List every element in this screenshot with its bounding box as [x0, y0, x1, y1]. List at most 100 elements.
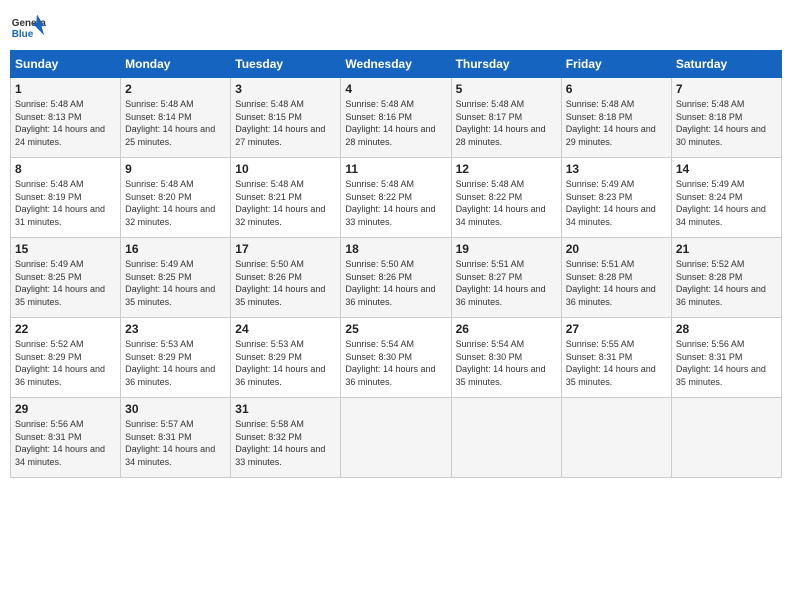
day-cell: 1 Sunrise: 5:48 AM Sunset: 8:13 PM Dayli…: [11, 78, 121, 158]
day-info: Sunrise: 5:53 AM Sunset: 8:29 PM Dayligh…: [125, 338, 226, 388]
day-cell: 24 Sunrise: 5:53 AM Sunset: 8:29 PM Dayl…: [231, 318, 341, 398]
week-row-5: 29 Sunrise: 5:56 AM Sunset: 8:31 PM Dayl…: [11, 398, 782, 478]
calendar-table: SundayMondayTuesdayWednesdayThursdayFrid…: [10, 50, 782, 478]
day-number: 22: [15, 322, 116, 336]
day-number: 12: [456, 162, 557, 176]
day-cell: 31 Sunrise: 5:58 AM Sunset: 8:32 PM Dayl…: [231, 398, 341, 478]
week-row-1: 1 Sunrise: 5:48 AM Sunset: 8:13 PM Dayli…: [11, 78, 782, 158]
day-number: 4: [345, 82, 446, 96]
day-info: Sunrise: 5:48 AM Sunset: 8:15 PM Dayligh…: [235, 98, 336, 148]
day-info: Sunrise: 5:58 AM Sunset: 8:32 PM Dayligh…: [235, 418, 336, 468]
day-number: 5: [456, 82, 557, 96]
day-info: Sunrise: 5:48 AM Sunset: 8:22 PM Dayligh…: [345, 178, 446, 228]
day-cell: 19 Sunrise: 5:51 AM Sunset: 8:27 PM Dayl…: [451, 238, 561, 318]
day-number: 29: [15, 402, 116, 416]
day-cell: 26 Sunrise: 5:54 AM Sunset: 8:30 PM Dayl…: [451, 318, 561, 398]
day-cell: [671, 398, 781, 478]
day-cell: 15 Sunrise: 5:49 AM Sunset: 8:25 PM Dayl…: [11, 238, 121, 318]
day-cell: 11 Sunrise: 5:48 AM Sunset: 8:22 PM Dayl…: [341, 158, 451, 238]
day-cell: 25 Sunrise: 5:54 AM Sunset: 8:30 PM Dayl…: [341, 318, 451, 398]
day-cell: 20 Sunrise: 5:51 AM Sunset: 8:28 PM Dayl…: [561, 238, 671, 318]
day-info: Sunrise: 5:54 AM Sunset: 8:30 PM Dayligh…: [456, 338, 557, 388]
col-header-friday: Friday: [561, 51, 671, 78]
day-info: Sunrise: 5:48 AM Sunset: 8:17 PM Dayligh…: [456, 98, 557, 148]
day-info: Sunrise: 5:49 AM Sunset: 8:23 PM Dayligh…: [566, 178, 667, 228]
day-cell: 28 Sunrise: 5:56 AM Sunset: 8:31 PM Dayl…: [671, 318, 781, 398]
day-info: Sunrise: 5:55 AM Sunset: 8:31 PM Dayligh…: [566, 338, 667, 388]
day-number: 18: [345, 242, 446, 256]
day-number: 13: [566, 162, 667, 176]
day-info: Sunrise: 5:48 AM Sunset: 8:18 PM Dayligh…: [676, 98, 777, 148]
day-cell: [561, 398, 671, 478]
day-info: Sunrise: 5:48 AM Sunset: 8:22 PM Dayligh…: [456, 178, 557, 228]
day-info: Sunrise: 5:56 AM Sunset: 8:31 PM Dayligh…: [676, 338, 777, 388]
day-cell: 3 Sunrise: 5:48 AM Sunset: 8:15 PM Dayli…: [231, 78, 341, 158]
col-header-wednesday: Wednesday: [341, 51, 451, 78]
day-cell: 16 Sunrise: 5:49 AM Sunset: 8:25 PM Dayl…: [121, 238, 231, 318]
day-info: Sunrise: 5:48 AM Sunset: 8:16 PM Dayligh…: [345, 98, 446, 148]
day-cell: 6 Sunrise: 5:48 AM Sunset: 8:18 PM Dayli…: [561, 78, 671, 158]
col-header-saturday: Saturday: [671, 51, 781, 78]
day-cell: 29 Sunrise: 5:56 AM Sunset: 8:31 PM Dayl…: [11, 398, 121, 478]
day-number: 15: [15, 242, 116, 256]
col-header-sunday: Sunday: [11, 51, 121, 78]
week-row-2: 8 Sunrise: 5:48 AM Sunset: 8:19 PM Dayli…: [11, 158, 782, 238]
day-cell: 30 Sunrise: 5:57 AM Sunset: 8:31 PM Dayl…: [121, 398, 231, 478]
day-info: Sunrise: 5:53 AM Sunset: 8:29 PM Dayligh…: [235, 338, 336, 388]
day-info: Sunrise: 5:48 AM Sunset: 8:13 PM Dayligh…: [15, 98, 116, 148]
day-number: 7: [676, 82, 777, 96]
day-cell: 18 Sunrise: 5:50 AM Sunset: 8:26 PM Dayl…: [341, 238, 451, 318]
day-info: Sunrise: 5:49 AM Sunset: 8:25 PM Dayligh…: [125, 258, 226, 308]
day-info: Sunrise: 5:48 AM Sunset: 8:19 PM Dayligh…: [15, 178, 116, 228]
svg-text:Blue: Blue: [12, 29, 34, 40]
day-info: Sunrise: 5:54 AM Sunset: 8:30 PM Dayligh…: [345, 338, 446, 388]
day-cell: 27 Sunrise: 5:55 AM Sunset: 8:31 PM Dayl…: [561, 318, 671, 398]
day-info: Sunrise: 5:52 AM Sunset: 8:28 PM Dayligh…: [676, 258, 777, 308]
day-number: 16: [125, 242, 226, 256]
day-cell: 14 Sunrise: 5:49 AM Sunset: 8:24 PM Dayl…: [671, 158, 781, 238]
week-row-4: 22 Sunrise: 5:52 AM Sunset: 8:29 PM Dayl…: [11, 318, 782, 398]
day-number: 14: [676, 162, 777, 176]
day-number: 10: [235, 162, 336, 176]
header-row: SundayMondayTuesdayWednesdayThursdayFrid…: [11, 51, 782, 78]
day-number: 24: [235, 322, 336, 336]
day-info: Sunrise: 5:52 AM Sunset: 8:29 PM Dayligh…: [15, 338, 116, 388]
day-cell: 8 Sunrise: 5:48 AM Sunset: 8:19 PM Dayli…: [11, 158, 121, 238]
day-info: Sunrise: 5:49 AM Sunset: 8:24 PM Dayligh…: [676, 178, 777, 228]
day-number: 28: [676, 322, 777, 336]
day-number: 1: [15, 82, 116, 96]
day-number: 21: [676, 242, 777, 256]
day-cell: 4 Sunrise: 5:48 AM Sunset: 8:16 PM Dayli…: [341, 78, 451, 158]
day-cell: 12 Sunrise: 5:48 AM Sunset: 8:22 PM Dayl…: [451, 158, 561, 238]
day-number: 9: [125, 162, 226, 176]
day-cell: 5 Sunrise: 5:48 AM Sunset: 8:17 PM Dayli…: [451, 78, 561, 158]
logo-icon: General Blue: [10, 10, 46, 46]
day-cell: 23 Sunrise: 5:53 AM Sunset: 8:29 PM Dayl…: [121, 318, 231, 398]
day-number: 31: [235, 402, 336, 416]
day-number: 30: [125, 402, 226, 416]
day-number: 8: [15, 162, 116, 176]
day-info: Sunrise: 5:57 AM Sunset: 8:31 PM Dayligh…: [125, 418, 226, 468]
day-number: 6: [566, 82, 667, 96]
week-row-3: 15 Sunrise: 5:49 AM Sunset: 8:25 PM Dayl…: [11, 238, 782, 318]
day-info: Sunrise: 5:48 AM Sunset: 8:20 PM Dayligh…: [125, 178, 226, 228]
day-info: Sunrise: 5:48 AM Sunset: 8:18 PM Dayligh…: [566, 98, 667, 148]
day-number: 17: [235, 242, 336, 256]
day-info: Sunrise: 5:56 AM Sunset: 8:31 PM Dayligh…: [15, 418, 116, 468]
day-number: 27: [566, 322, 667, 336]
day-info: Sunrise: 5:51 AM Sunset: 8:27 PM Dayligh…: [456, 258, 557, 308]
logo: General Blue: [10, 10, 46, 46]
day-cell: 13 Sunrise: 5:49 AM Sunset: 8:23 PM Dayl…: [561, 158, 671, 238]
day-info: Sunrise: 5:49 AM Sunset: 8:25 PM Dayligh…: [15, 258, 116, 308]
day-number: 23: [125, 322, 226, 336]
day-cell: 7 Sunrise: 5:48 AM Sunset: 8:18 PM Dayli…: [671, 78, 781, 158]
day-cell: 21 Sunrise: 5:52 AM Sunset: 8:28 PM Dayl…: [671, 238, 781, 318]
day-cell: 22 Sunrise: 5:52 AM Sunset: 8:29 PM Dayl…: [11, 318, 121, 398]
day-cell: 17 Sunrise: 5:50 AM Sunset: 8:26 PM Dayl…: [231, 238, 341, 318]
day-cell: [341, 398, 451, 478]
day-number: 2: [125, 82, 226, 96]
day-cell: [451, 398, 561, 478]
day-number: 25: [345, 322, 446, 336]
day-cell: 9 Sunrise: 5:48 AM Sunset: 8:20 PM Dayli…: [121, 158, 231, 238]
day-number: 3: [235, 82, 336, 96]
